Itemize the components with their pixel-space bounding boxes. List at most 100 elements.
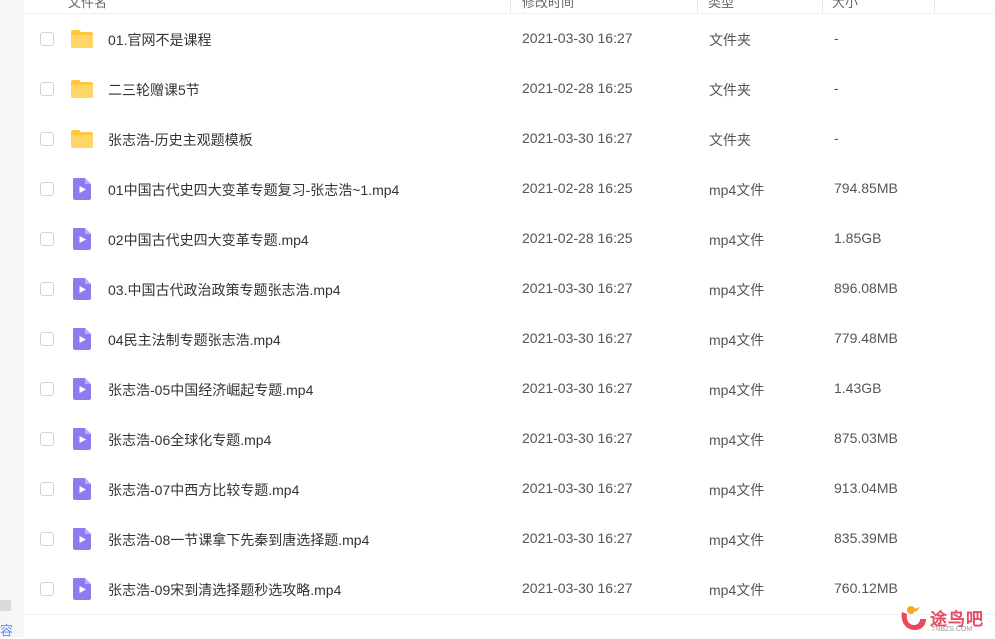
file-row[interactable]: 张志浩-09宋到清选择题秒选攻略.mp4 2021-03-30 16:27 mp4文… [24,564,995,614]
file-name[interactable]: 张志浩-09宋到清选择题秒选攻略.mp4 [108,580,341,600]
file-row[interactable]: 张志浩-历史主观题模板 2021-03-30 16:27 文件夹 - [24,114,995,164]
row-checkbox[interactable] [40,132,54,146]
column-divider[interactable] [510,0,511,13]
video-file-icon [70,427,94,451]
video-file-icon [70,377,94,401]
sidebar-scroll-marker [0,600,11,611]
column-header-type[interactable]: 类型 [708,0,734,11]
video-file-icon [70,327,94,351]
file-row[interactable]: 02中国古代史四大变革专题.mp4 2021-02-28 16:25 mp4文件 1.… [24,214,995,264]
file-size: 779.48MB [834,330,898,346]
file-size: 760.12MB [834,580,898,596]
file-modified-time: 2021-03-30 16:27 [522,430,633,446]
file-size: 875.03MB [834,430,898,446]
file-modified-time: 2021-03-30 16:27 [522,30,633,46]
file-type: 文件夹 [709,82,751,98]
file-size: 794.85MB [834,180,898,196]
file-modified-time: 2021-03-30 16:27 [522,480,633,496]
file-row[interactable]: 张志浩-05中国经济崛起专题.mp4 2021-03-30 16:27 mp4文件 1… [24,364,995,414]
file-type: mp4文件 [709,532,765,548]
file-size: 1.43GB [834,380,882,396]
file-row[interactable]: 张志浩-06全球化专题.mp4 2021-03-30 16:27 mp4文件 875.… [24,414,995,464]
file-type: mp4文件 [709,482,765,498]
file-type: mp4文件 [709,582,765,598]
watermark-subtext: TNBZS.COM [931,626,973,633]
file-row[interactable]: 张志浩-08一节课拿下先秦到唐选择题.mp4 2021-03-30 16:27 mp… [24,514,995,564]
video-file-icon [70,527,94,551]
file-row[interactable]: 03.中国古代政治政策专题张志浩.mp4 2021-03-30 16:27 mp4文… [24,264,995,314]
file-name[interactable]: 04民主法制专题张志浩.mp4 [108,330,281,350]
left-sidebar-edge: 容 [0,0,24,639]
row-checkbox[interactable] [40,182,54,196]
file-name[interactable]: 01中国古代史四大变革专题复习-张志浩~1.mp4 [108,180,399,200]
row-checkbox[interactable] [40,282,54,296]
file-name[interactable]: 张志浩-历史主观题模板 [108,130,253,150]
file-name[interactable]: 二三轮赠课5节 [108,80,200,100]
folder-icon [70,77,94,101]
file-name[interactable]: 张志浩-05中国经济崛起专题.mp4 [108,380,313,400]
row-checkbox[interactable] [40,582,54,596]
file-name[interactable]: 张志浩-08一节课拿下先秦到唐选择题.mp4 [108,530,369,550]
list-bottom-border [24,614,995,615]
file-name[interactable]: 张志浩-07中西方比较专题.mp4 [108,480,299,500]
file-row[interactable]: 01中国古代史四大变革专题复习-张志浩~1.mp4 2021-02-28 16:2… [24,164,995,214]
file-size: - [834,30,839,46]
file-type: mp4文件 [709,282,765,298]
file-row[interactable]: 张志浩-07中西方比较专题.mp4 2021-03-30 16:27 mp4文件 91… [24,464,995,514]
row-checkbox[interactable] [40,432,54,446]
file-modified-time: 2021-03-30 16:27 [522,530,633,546]
file-name[interactable]: 03.中国古代政治政策专题张志浩.mp4 [108,280,341,300]
column-divider[interactable] [697,0,698,13]
file-name[interactable]: 02中国古代史四大变革专题.mp4 [108,230,309,250]
file-size: 913.04MB [834,480,898,496]
file-list: 01.官网不是课程 2021-03-30 16:27 文件夹 - 二三轮赠课5节 2021… [24,14,995,614]
file-modified-time: 2021-02-28 16:25 [522,80,633,96]
column-divider[interactable] [822,0,823,13]
file-modified-time: 2021-03-30 16:27 [522,130,633,146]
folder-icon [70,27,94,51]
column-header-name[interactable]: 文件名 [68,0,107,11]
file-type: 文件夹 [709,32,751,48]
file-type: mp4文件 [709,382,765,398]
row-checkbox[interactable] [40,332,54,346]
bird-logo-icon [901,606,926,630]
video-file-icon [70,277,94,301]
row-checkbox[interactable] [40,532,54,546]
video-file-icon [70,577,94,601]
file-modified-time: 2021-03-30 16:27 [522,330,633,346]
file-row[interactable]: 01.官网不是课程 2021-03-30 16:27 文件夹 - [24,14,995,64]
row-checkbox[interactable] [40,82,54,96]
folder-icon [70,127,94,151]
row-checkbox[interactable] [40,232,54,246]
column-divider[interactable] [934,0,935,13]
file-modified-time: 2021-03-30 16:27 [522,580,633,596]
column-header-size[interactable]: 大小 [832,0,858,11]
video-file-icon [70,477,94,501]
row-checkbox[interactable] [40,482,54,496]
row-checkbox[interactable] [40,32,54,46]
file-name[interactable]: 01.官网不是课程 [108,30,211,50]
file-modified-time: 2021-02-28 16:25 [522,180,633,196]
sidebar-partial-label[interactable]: 容 [0,620,13,639]
file-row[interactable]: 二三轮赠课5节 2021-02-28 16:25 文件夹 - [24,64,995,114]
file-type: 文件夹 [709,132,751,148]
file-size: 1.85GB [834,230,882,246]
file-name[interactable]: 张志浩-06全球化专题.mp4 [108,430,271,450]
file-list-header: 文件名 修改时间 类型 大小 [24,0,995,14]
file-type: mp4文件 [709,232,765,248]
file-modified-time: 2021-03-30 16:27 [522,380,633,396]
file-type: mp4文件 [709,432,765,448]
file-type: mp4文件 [709,182,765,198]
file-size: 896.08MB [834,280,898,296]
file-type: mp4文件 [709,332,765,348]
file-size: - [834,80,839,96]
column-header-modified[interactable]: 修改时间 [522,0,574,11]
file-modified-time: 2021-02-28 16:25 [522,230,633,246]
video-file-icon [70,227,94,251]
video-file-icon [70,177,94,201]
file-size: 835.39MB [834,530,898,546]
watermark-logo: 途鸟吧 TNBZS.COM [898,602,994,636]
file-size: - [834,130,839,146]
file-row[interactable]: 04民主法制专题张志浩.mp4 2021-03-30 16:27 mp4文件 779.… [24,314,995,364]
row-checkbox[interactable] [40,382,54,396]
